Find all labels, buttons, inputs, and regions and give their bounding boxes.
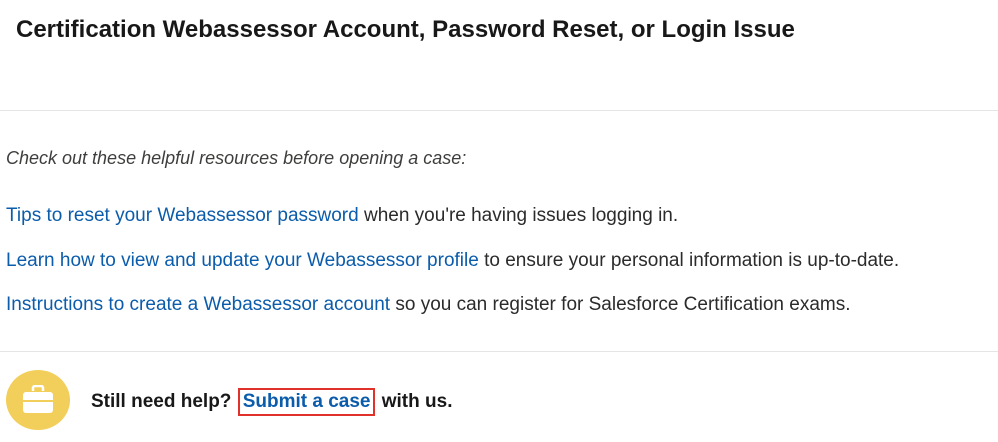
briefcase-icon-graphic: [23, 385, 53, 413]
help-message: Still need help? Submit a case with us.: [91, 388, 452, 416]
submit-case-link[interactable]: Submit a case: [237, 388, 376, 416]
resource-item-suffix: when you're having issues logging in.: [358, 205, 679, 226]
divider-top: [0, 110, 998, 111]
help-prefix: Still need help?: [91, 391, 237, 412]
resource-item-suffix: so you can register for Salesforce Certi…: [390, 294, 851, 315]
divider-bottom: [0, 351, 998, 352]
briefcase-icon: [6, 370, 70, 430]
page: Certification Webassessor Account, Passw…: [0, 0, 998, 442]
resource-item-reset-password: Tips to reset your Webassessor password …: [6, 203, 678, 229]
page-title: Certification Webassessor Account, Passw…: [16, 16, 795, 43]
resource-item-suffix: to ensure your personal information is u…: [478, 250, 900, 271]
reset-password-tips-link[interactable]: Tips to reset your Webassessor password: [6, 205, 359, 226]
resource-item-update-profile: Learn how to view and update your Webass…: [6, 248, 899, 274]
resource-item-create-account: Instructions to create a Webassessor acc…: [6, 292, 851, 318]
help-suffix: with us.: [376, 391, 453, 412]
resources-intro: Check out these helpful resources before…: [6, 148, 467, 168]
update-profile-link[interactable]: Learn how to view and update your Webass…: [6, 250, 479, 271]
help-row: Still need help? Submit a case with us.: [6, 370, 906, 430]
create-account-link[interactable]: Instructions to create a Webassessor acc…: [6, 294, 390, 315]
